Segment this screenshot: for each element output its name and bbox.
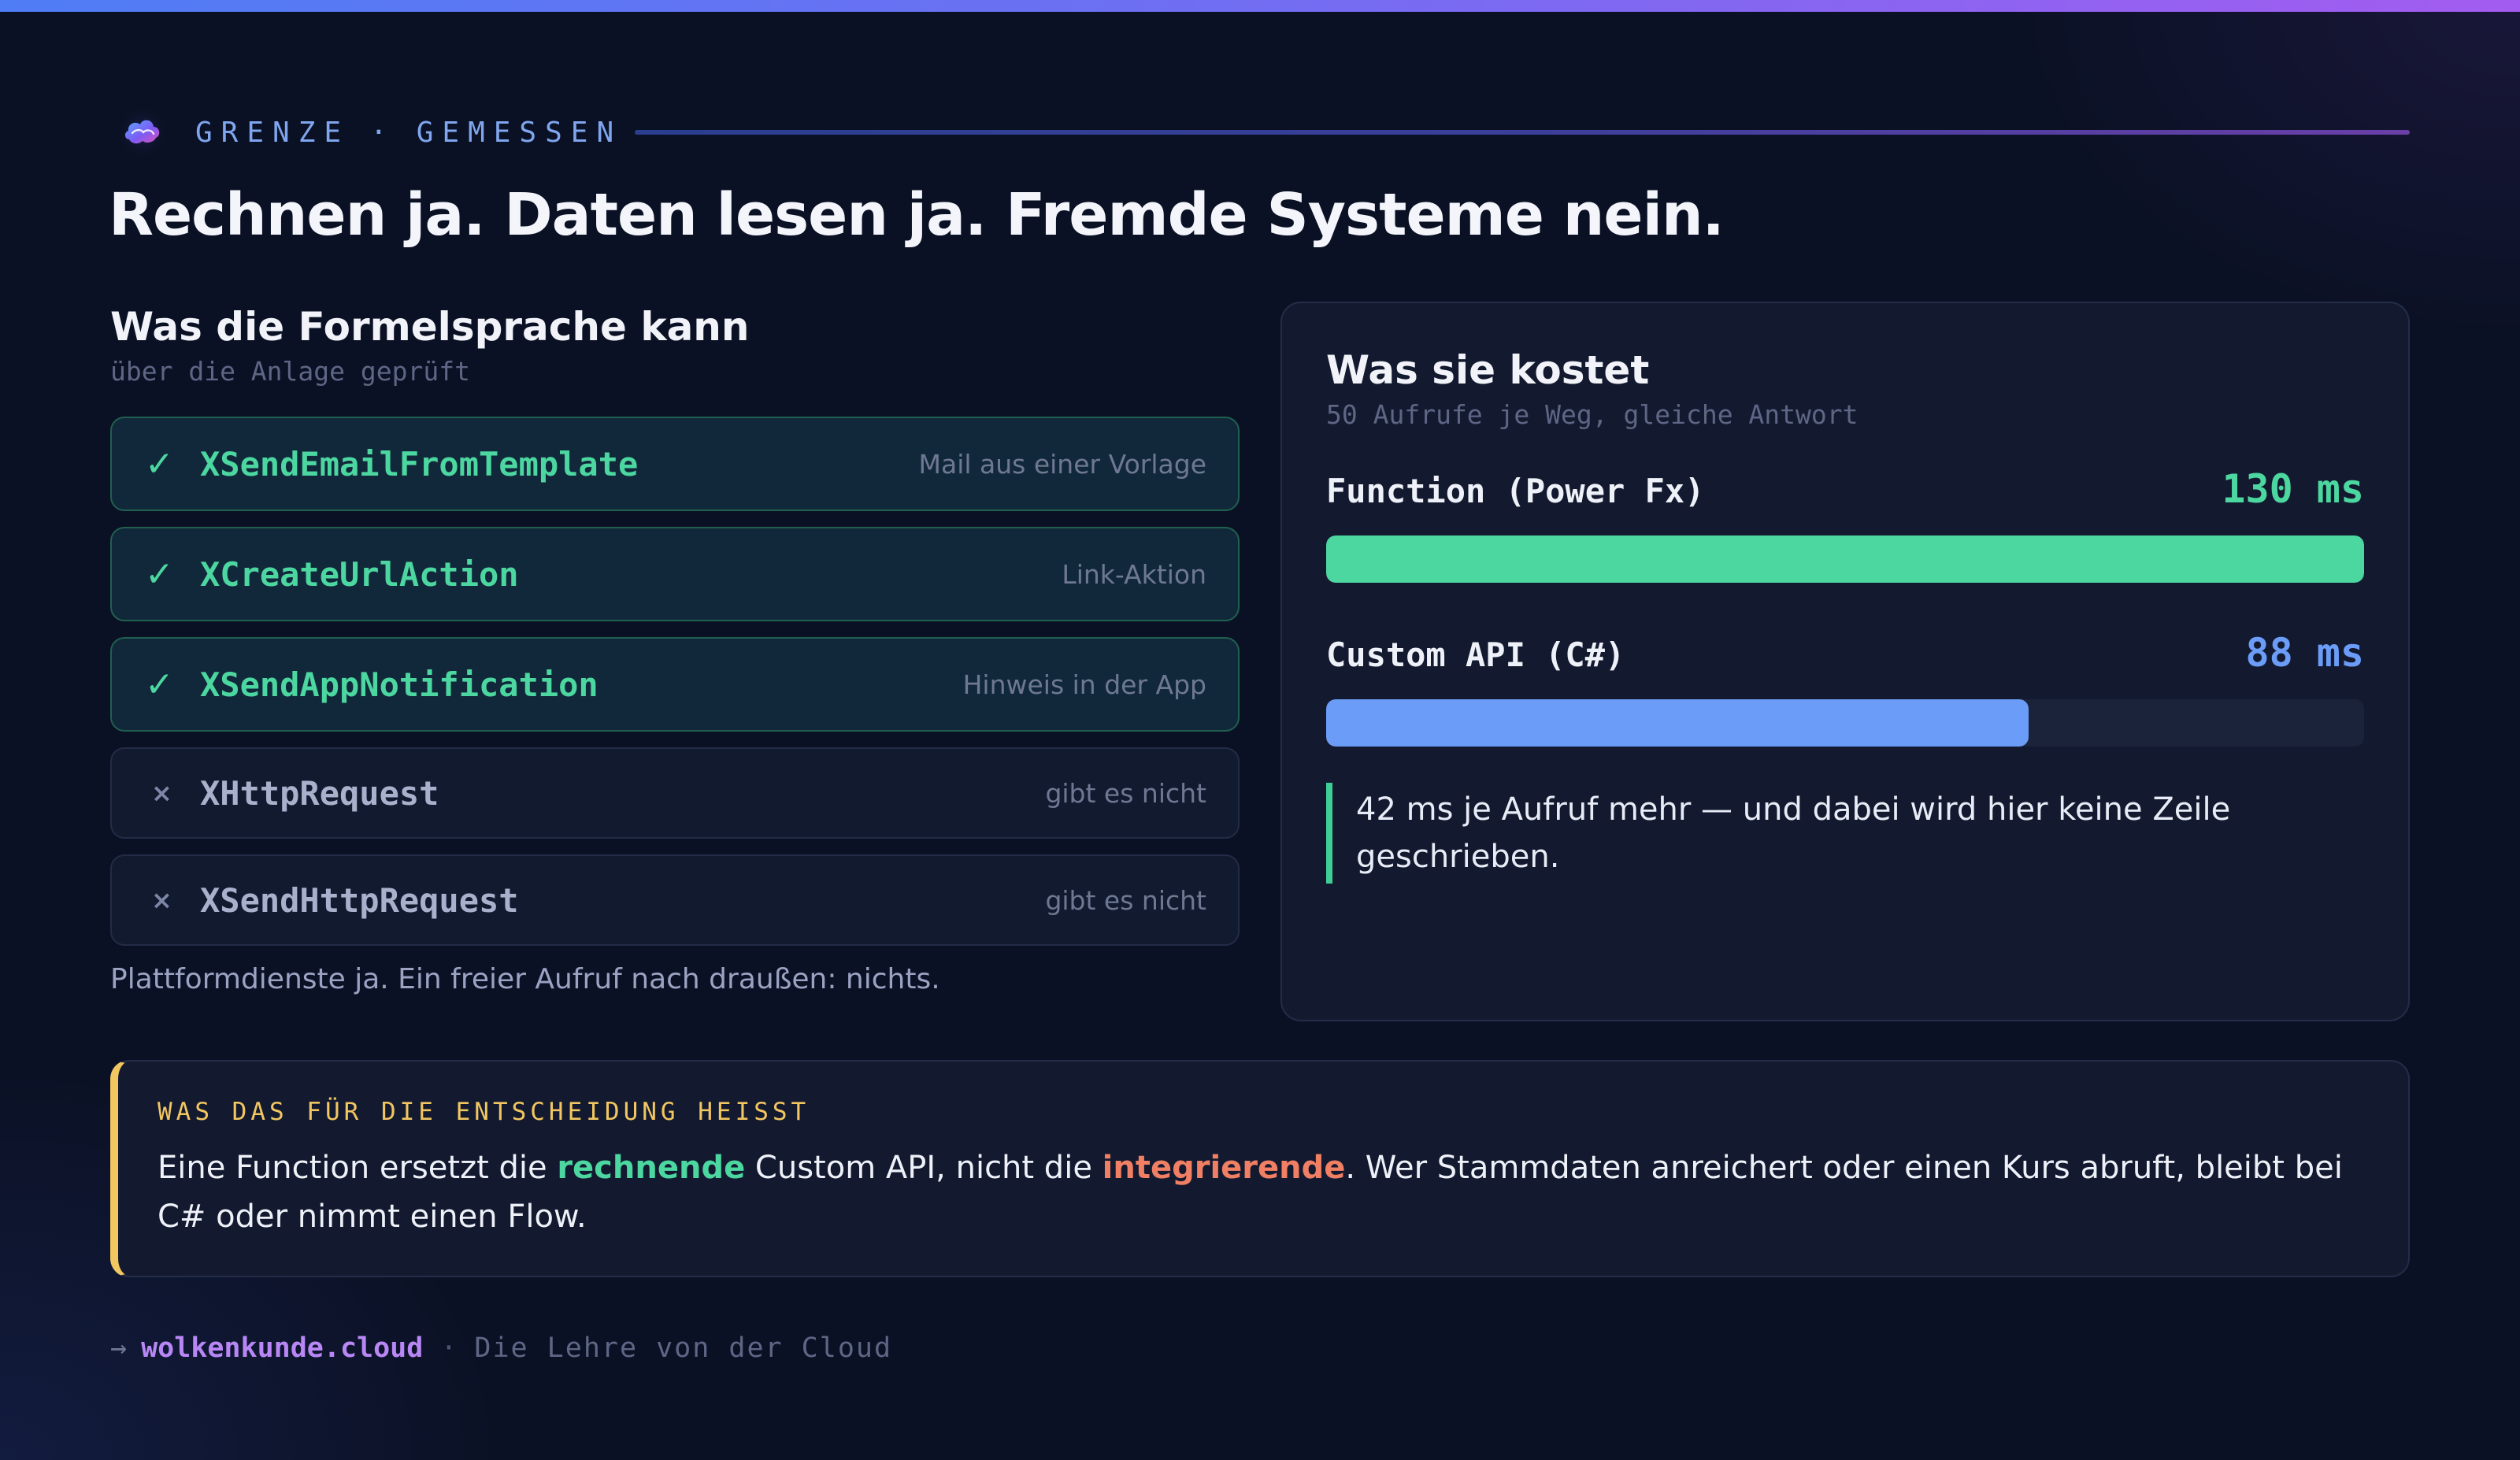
capabilities-title: Was die Formelsprache kann	[110, 304, 750, 350]
metric-value: 88 ms	[2245, 630, 2364, 676]
metric-bar-track	[1326, 535, 2364, 583]
function-name: XCreateUrlAction	[200, 554, 519, 594]
function-description: Mail aus einer Vorlage	[918, 448, 1207, 480]
metric-function: Function (Power Fx) 130 ms	[1326, 466, 2364, 583]
decision-text-part: Eine Function ersetzt die	[158, 1150, 558, 1186]
function-description: gibt es nicht	[1045, 777, 1206, 809]
footer-site-link[interactable]: wolkenkunde.cloud	[141, 1332, 423, 1364]
function-item-xhttprequest: × XHttpRequest gibt es nicht	[110, 747, 1240, 839]
cloud-logo-icon	[117, 107, 168, 157]
function-item-xsendhttprequest: × XSendHttpRequest gibt es nicht	[110, 854, 1240, 946]
cost-note: 42 ms je Aufruf mehr — und dabei wird hi…	[1326, 783, 2311, 884]
cross-icon: ×	[151, 778, 172, 808]
metric-label: Function (Power Fx)	[1326, 472, 1705, 510]
capabilities-section: Was die Formelsprache kann über die Anla…	[110, 304, 1240, 995]
eyebrow-divider	[635, 130, 2410, 135]
cost-title: Was sie kostet	[1326, 347, 1650, 393]
capabilities-subtitle: über die Anlage geprüft	[110, 356, 470, 387]
cross-icon: ×	[151, 885, 172, 915]
cost-subtitle: 50 Aufrufe je Weg, gleiche Antwort	[1326, 399, 1858, 430]
metric-custom-api: Custom API (C#) 88 ms	[1326, 630, 2364, 747]
eyebrow-left: GRENZE	[195, 116, 350, 149]
decision-highlight-rechnende: rechnende	[557, 1150, 746, 1186]
decision-label: WAS DAS FÜR DIE ENTSCHEIDUNG HEISST	[158, 1098, 810, 1126]
arrow-right-icon: →	[110, 1332, 128, 1364]
function-item-xsendemailfromtemplate: ✓ XSendEmailFromTemplate Mail aus einer …	[110, 417, 1240, 511]
function-list: ✓ XSendEmailFromTemplate Mail aus einer …	[110, 417, 1240, 946]
metric-label: Custom API (C#)	[1326, 636, 1625, 674]
function-name: XSendEmailFromTemplate	[200, 444, 639, 484]
footer-separator: ·	[440, 1332, 458, 1364]
decision-text-part: Custom API, nicht die	[745, 1150, 1102, 1186]
check-icon: ✓	[145, 554, 174, 595]
metric-bar-track	[1326, 699, 2364, 747]
eyebrow: GRENZE · GEMESSEN	[117, 106, 2410, 158]
function-name: XSendAppNotification	[200, 665, 598, 704]
top-accent-bar	[0, 0, 2520, 12]
metric-bar-fill	[1326, 699, 2029, 747]
capabilities-note: Plattformdienste ja. Ein freier Aufruf n…	[110, 963, 940, 995]
function-name: XSendHttpRequest	[200, 880, 519, 920]
metric-bar-fill	[1326, 535, 2364, 583]
eyebrow-separator: ·	[370, 116, 396, 149]
check-icon: ✓	[145, 664, 174, 705]
decision-highlight-integrierende: integrierende	[1102, 1150, 1346, 1186]
function-item-xcreateurlaction: ✓ XCreateUrlAction Link-Aktion	[110, 527, 1240, 621]
metric-value: 130 ms	[2222, 466, 2364, 512]
page-title: Rechnen ja. Daten lesen ja. Fremde Syste…	[109, 181, 1725, 249]
function-item-xsendappnotification: ✓ XSendAppNotification Hinweis in der Ap…	[110, 637, 1240, 732]
footer-tagline: Die Lehre von der Cloud	[474, 1332, 893, 1364]
footer: → wolkenkunde.cloud · Die Lehre von der …	[110, 1331, 892, 1366]
cost-card: Was sie kostet 50 Aufrufe je Weg, gleich…	[1280, 302, 2410, 1021]
function-description: gibt es nicht	[1045, 884, 1206, 916]
decision-callout: WAS DAS FÜR DIE ENTSCHEIDUNG HEISST Eine…	[110, 1060, 2410, 1277]
decision-text: Eine Function ersetzt die rechnende Cust…	[158, 1143, 2369, 1241]
function-description: Hinweis in der App	[962, 669, 1206, 700]
eyebrow-right: GEMESSEN	[416, 116, 623, 149]
check-icon: ✓	[145, 443, 174, 484]
function-description: Link-Aktion	[1062, 558, 1206, 590]
function-name: XHttpRequest	[200, 773, 439, 813]
